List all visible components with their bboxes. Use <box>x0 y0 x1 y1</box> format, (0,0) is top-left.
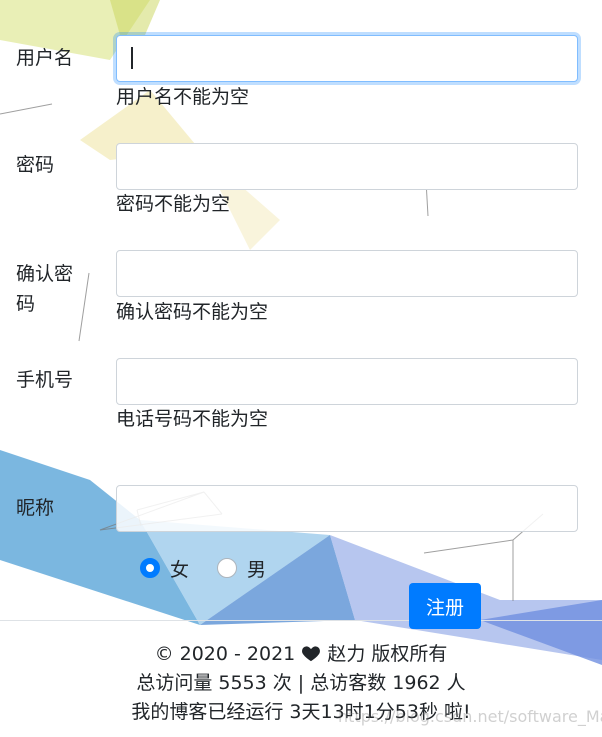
password-label: 密码 <box>16 154 55 176</box>
copyright-owner: 赵力 版权所有 <box>327 643 448 665</box>
password-input[interactable] <box>116 143 578 190</box>
phone-error: 电话号码不能为空 <box>116 408 269 430</box>
gender-radio-group: 女 男 <box>140 555 294 582</box>
copyright-line: © 2020 - 2021 赵力 版权所有 <box>0 640 602 669</box>
gender-option-male[interactable]: 男 <box>217 555 266 582</box>
confirm-password-error: 确认密码不能为空 <box>116 301 269 323</box>
watermark-text: https://blog.csdn.net/software_Manito <box>338 707 602 726</box>
gender-option-female[interactable]: 女 <box>140 555 189 582</box>
register-page: 用户名 用户名不能为空 密码 密码不能为空 确认密码 确认密码不能为空 手机号 … <box>0 0 602 737</box>
text-caret <box>131 47 133 69</box>
footer-divider <box>0 620 602 621</box>
nickname-label: 昵称 <box>16 497 55 519</box>
radio-checked-icon[interactable] <box>140 558 160 578</box>
visit-stats: 总访问量 5553 次 | 总访客数 1962 人 <box>136 672 466 694</box>
password-error: 密码不能为空 <box>116 193 231 215</box>
gender-label-female: 女 <box>170 558 190 581</box>
phone-label: 手机号 <box>16 369 74 391</box>
nickname-input[interactable] <box>116 485 578 532</box>
username-input[interactable] <box>116 35 578 82</box>
copyright-years: © 2020 - 2021 <box>154 643 296 665</box>
username-label: 用户名 <box>16 47 74 69</box>
confirm-password-label: 确认密码 <box>16 263 74 315</box>
confirm-password-input[interactable] <box>116 250 578 297</box>
gender-label-male: 男 <box>247 558 267 581</box>
radio-unchecked-icon[interactable] <box>217 558 238 578</box>
phone-input[interactable] <box>116 358 578 405</box>
heart-icon <box>302 646 321 662</box>
username-error: 用户名不能为空 <box>116 86 250 108</box>
register-button[interactable]: 注册 <box>409 583 481 629</box>
